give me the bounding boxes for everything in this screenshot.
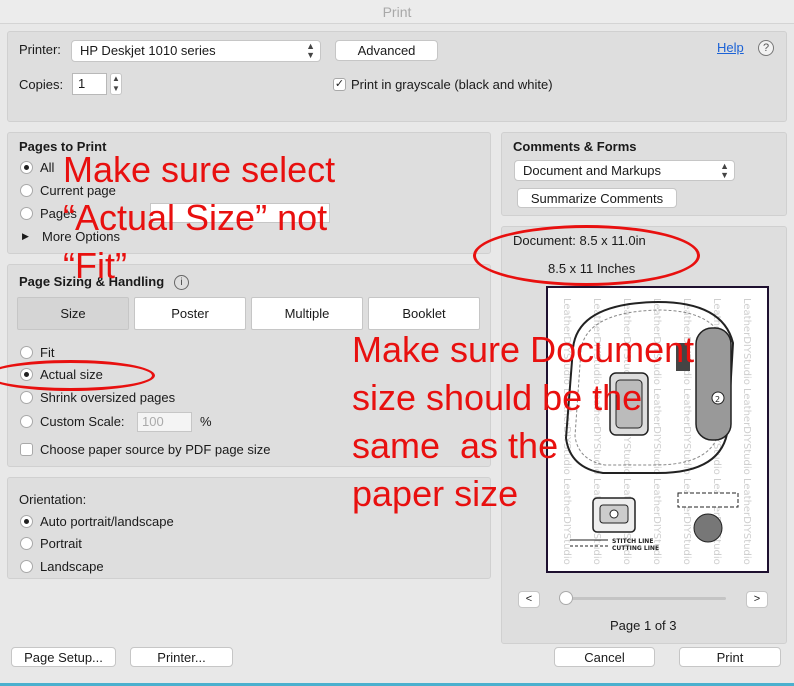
printer-select[interactable]: HP Deskjet 1010 series ▲ ▼ (71, 40, 321, 62)
tab-booklet[interactable]: Booklet (368, 297, 480, 330)
watermark-text: LeatherDIYStudio LeatherDIYStudio Leathe… (681, 298, 692, 565)
tab-multiple[interactable]: Multiple (251, 297, 363, 330)
window-title: Print (0, 0, 794, 24)
shrink-label: Shrink oversized pages (40, 390, 176, 405)
page-slider-track[interactable] (564, 597, 726, 600)
fit-radio[interactable] (20, 346, 33, 359)
shrink-radio[interactable] (20, 391, 33, 404)
page-indicator: Page 1 of 3 (610, 618, 677, 633)
all-pages-radio[interactable] (20, 161, 33, 174)
comments-forms-heading: Comments & Forms (513, 139, 637, 154)
portrait-label: Portrait (40, 536, 82, 551)
disclosure-triangle-icon[interactable]: ▶ (22, 231, 29, 242)
grayscale-checkbox[interactable]: ✓ (333, 78, 346, 91)
auto-orientation-radio[interactable] (20, 515, 33, 528)
svg-text:2: 2 (715, 395, 720, 404)
printer-button[interactable]: Printer... (130, 647, 233, 667)
fit-label: Fit (40, 345, 55, 360)
printer-select-value: HP Deskjet 1010 series (80, 43, 216, 58)
printer-label: Printer: (19, 42, 61, 57)
paper-size-label: 8.5 x 11 Inches (548, 261, 636, 276)
comments-select-value: Document and Markups (523, 163, 662, 178)
cancel-button[interactable]: Cancel (554, 647, 655, 667)
all-pages-label: All (40, 160, 55, 175)
more-options-label[interactable]: More Options (42, 229, 120, 245)
cutting-line-label: CUTTING LINE (612, 545, 659, 552)
page-sizing-heading: Page Sizing & Handling (19, 274, 165, 289)
custom-scale-label: Custom Scale: (40, 414, 125, 429)
tab-size[interactable]: Size (17, 297, 129, 330)
copies-label: Copies: (19, 77, 64, 92)
updown-chevron-icon: ▲ ▼ (720, 161, 729, 180)
page-slider-thumb[interactable] (559, 591, 573, 605)
paper-source-checkbox[interactable] (20, 443, 33, 456)
info-icon[interactable]: i (174, 275, 189, 290)
portrait-radio[interactable] (20, 537, 33, 550)
current-page-radio[interactable] (20, 184, 33, 197)
current-page-label: Current page (40, 183, 116, 198)
help-link[interactable]: Help (717, 40, 744, 55)
updown-chevron-icon: ▲ ▼ (306, 41, 315, 60)
auto-orientation-label: Auto portrait/landscape (40, 514, 174, 529)
watermark-text: LeatherDIYStudio LeatherDIYStudio Leathe… (651, 298, 662, 565)
copies-stepper[interactable]: ▲ ▼ (110, 73, 122, 95)
landscape-label: Landscape (40, 559, 104, 574)
advanced-button[interactable]: Advanced (335, 40, 438, 61)
landscape-radio[interactable] (20, 560, 33, 573)
page-setup-button[interactable]: Page Setup... (11, 647, 116, 667)
actual-size-label: Actual size (40, 367, 103, 382)
orientation-heading: Orientation: (19, 492, 87, 507)
grayscale-label: Print in grayscale (black and white) (351, 77, 553, 92)
actual-size-radio[interactable] (20, 368, 33, 381)
stitch-line-label: STITCH LINE (612, 538, 653, 545)
copies-input[interactable]: 1 (72, 73, 107, 95)
comments-select[interactable]: Document and Markups ▲ ▼ (514, 160, 735, 181)
pages-range-radio[interactable] (20, 207, 33, 220)
help-icon[interactable]: ? (758, 40, 774, 56)
pages-to-print-heading: Pages to Print (19, 139, 107, 154)
tab-poster[interactable]: Poster (134, 297, 246, 330)
paper-source-label: Choose paper source by PDF page size (40, 442, 271, 457)
side-panel (695, 327, 732, 441)
summarize-comments-button[interactable]: Summarize Comments (517, 188, 677, 208)
next-page-button[interactable]: > (746, 591, 768, 608)
leather-pattern-preview: LeatherDIYStudio LeatherDIYStudio Leathe… (561, 298, 752, 565)
prev-page-button[interactable]: < (518, 591, 540, 608)
watermark-text: LeatherDIYStudio LeatherDIYStudio Leathe… (741, 298, 752, 565)
page-sizing-panel (7, 264, 491, 467)
percent-label: % (200, 414, 212, 429)
custom-scale-radio[interactable] (20, 415, 33, 428)
page-preview: LeatherDIYStudio LeatherDIYStudio Leathe… (546, 286, 769, 573)
document-size-label: Document: 8.5 x 11.0in (513, 233, 646, 248)
print-button[interactable]: Print (679, 647, 781, 667)
pages-range-input[interactable] (150, 203, 330, 223)
pages-range-label: Pages (40, 206, 77, 221)
custom-scale-input[interactable]: 100 (137, 412, 192, 432)
